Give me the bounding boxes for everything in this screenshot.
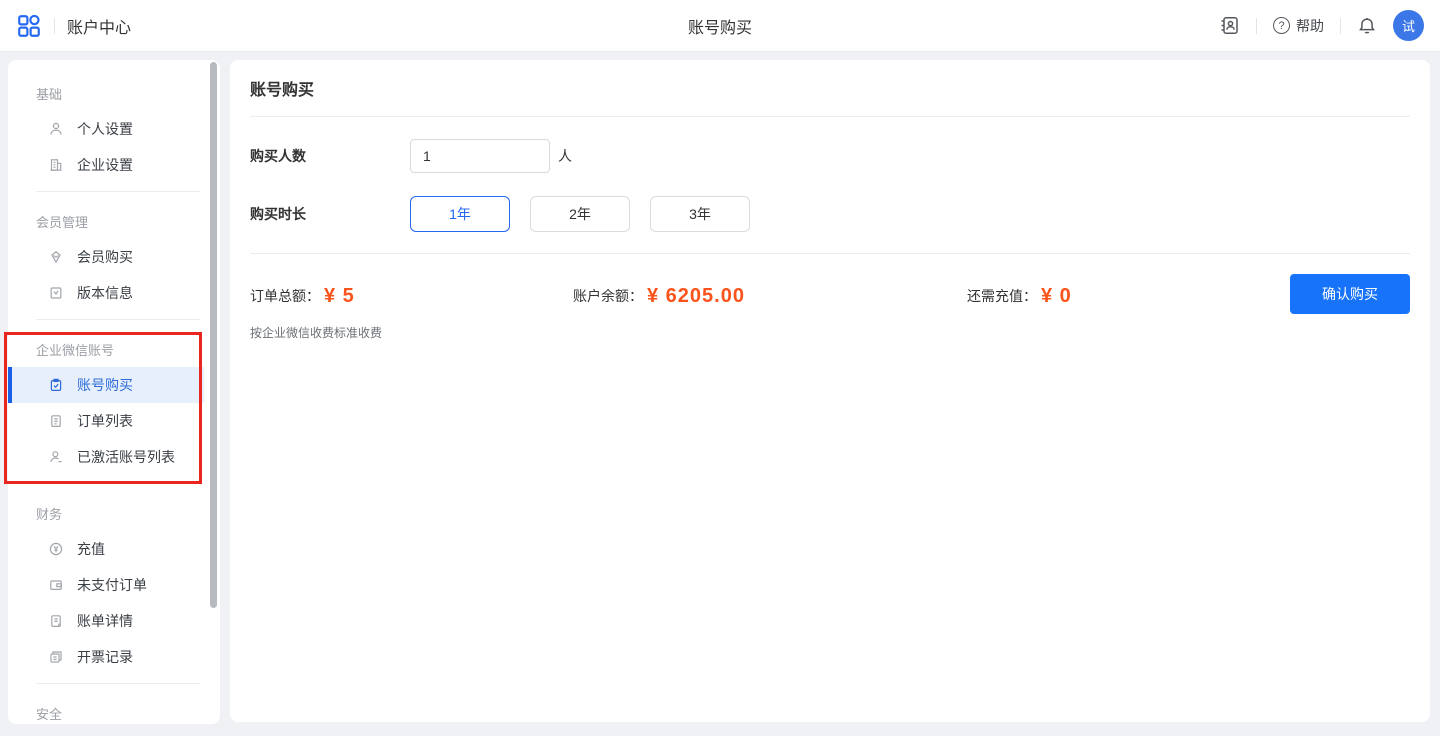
clipboard-check-icon xyxy=(48,377,64,393)
divider xyxy=(36,191,200,192)
confirm-purchase-button[interactable]: 确认购买 xyxy=(1290,274,1410,314)
help-label: 帮助 xyxy=(1296,16,1324,36)
sidebar-item-invoice-records[interactable]: 开票记录 xyxy=(8,639,204,675)
version-doc-icon xyxy=(48,285,64,301)
people-count-input[interactable] xyxy=(410,139,550,173)
divider xyxy=(36,683,200,684)
sidebar-scrollbar[interactable] xyxy=(210,62,217,608)
user-icon xyxy=(48,121,64,137)
sidebar-section-membership: 会员管理 xyxy=(36,212,220,231)
sidebar-section-security: 安全 xyxy=(36,704,220,723)
sidebar-item-account-purchase[interactable]: 账号购买 xyxy=(8,367,204,403)
sidebar-item-label: 个人设置 xyxy=(77,119,133,139)
divider xyxy=(36,483,200,484)
order-total-value: ¥ 5 xyxy=(324,285,355,308)
sidebar: 基础 个人设置 企业设置 会员管理 会员购买 版本 xyxy=(8,60,220,724)
divider xyxy=(36,319,200,320)
people-count-label: 购买人数 xyxy=(250,146,410,166)
divider xyxy=(1340,18,1341,34)
order-summary: 订单总额： ¥ 5 账户余额： ¥ 6205.00 还需充值： ¥ 0 按企业微… xyxy=(250,254,1410,374)
app-title: 账户中心 xyxy=(67,14,131,38)
coin-yen-icon xyxy=(48,541,64,557)
sidebar-item-version-info[interactable]: 版本信息 xyxy=(8,275,204,311)
sidebar-item-bill-details[interactable]: 账单详情 xyxy=(8,603,204,639)
topbar: 账户中心 账号购买 ? 帮助 试 xyxy=(0,0,1440,52)
duration-option-1year[interactable]: 1年 xyxy=(410,196,510,232)
sidebar-item-personal-settings[interactable]: 个人设置 xyxy=(8,111,204,147)
order-total-label: 订单总额： xyxy=(250,286,320,306)
sidebar-item-label: 企业设置 xyxy=(77,155,133,175)
sidebar-item-member-purchase[interactable]: 会员购买 xyxy=(8,239,204,275)
sidebar-item-enterprise-settings[interactable]: 企业设置 xyxy=(8,147,204,183)
gem-icon xyxy=(48,249,64,265)
contacts-icon[interactable] xyxy=(1219,15,1240,36)
sidebar-section-basic: 基础 xyxy=(36,84,220,103)
app-grid-icon[interactable] xyxy=(16,13,42,39)
sidebar-item-recharge[interactable]: 充值 xyxy=(8,531,204,567)
avatar[interactable]: 试 xyxy=(1393,10,1424,41)
bill-doc-icon xyxy=(48,613,64,629)
recharge-needed-value: ¥ 0 xyxy=(1041,285,1072,308)
sidebar-item-label: 充值 xyxy=(77,539,105,559)
sidebar-item-label: 已激活账号列表 xyxy=(77,447,175,467)
building-icon xyxy=(48,157,64,173)
sidebar-item-label: 版本信息 xyxy=(77,283,133,303)
clipboard-list-icon xyxy=(48,413,64,429)
balance-label: 账户余额： xyxy=(573,286,643,306)
sidebar-section-finance: 财务 xyxy=(36,504,220,523)
divider xyxy=(1256,18,1257,34)
sidebar-item-label: 会员购买 xyxy=(77,247,133,267)
sidebar-item-unpaid-orders[interactable]: 未支付订单 xyxy=(8,567,204,603)
sidebar-item-label: 账号购买 xyxy=(77,375,133,395)
sidebar-item-label: 订单列表 xyxy=(77,411,133,431)
help-button[interactable]: ? 帮助 xyxy=(1273,16,1324,36)
recharge-needed-label: 还需充值： xyxy=(967,286,1037,306)
people-unit: 人 xyxy=(558,146,572,166)
invoice-icon xyxy=(48,649,64,665)
main-header: 账号购买 xyxy=(250,60,1410,117)
sidebar-section-wecom-account: 企业微信账号 xyxy=(36,340,220,359)
pricing-note: 按企业微信收费标准收费 xyxy=(250,324,382,341)
notification-bell-icon[interactable] xyxy=(1357,16,1377,36)
duration-option-3year[interactable]: 3年 xyxy=(650,196,750,232)
divider xyxy=(54,18,55,34)
sidebar-item-label: 开票记录 xyxy=(77,647,133,667)
help-icon: ? xyxy=(1273,17,1290,34)
sidebar-item-order-list[interactable]: 订单列表 xyxy=(8,403,204,439)
sidebar-item-label: 未支付订单 xyxy=(77,575,147,595)
main-title: 账号购买 xyxy=(250,76,314,100)
duration-option-2year[interactable]: 2年 xyxy=(530,196,630,232)
main-panel: 账号购买 购买人数 人 购买时长 1年 2年 3年 订单总额： ¥ 5 账户余额… xyxy=(230,60,1430,722)
sidebar-item-label: 账单详情 xyxy=(77,611,133,631)
balance-value: ¥ 6205.00 xyxy=(647,285,745,308)
wallet-icon xyxy=(48,577,64,593)
sidebar-item-activated-accounts[interactable]: 已激活账号列表 xyxy=(8,439,204,475)
duration-label: 购买时长 xyxy=(250,204,410,224)
user-check-icon xyxy=(48,449,64,465)
